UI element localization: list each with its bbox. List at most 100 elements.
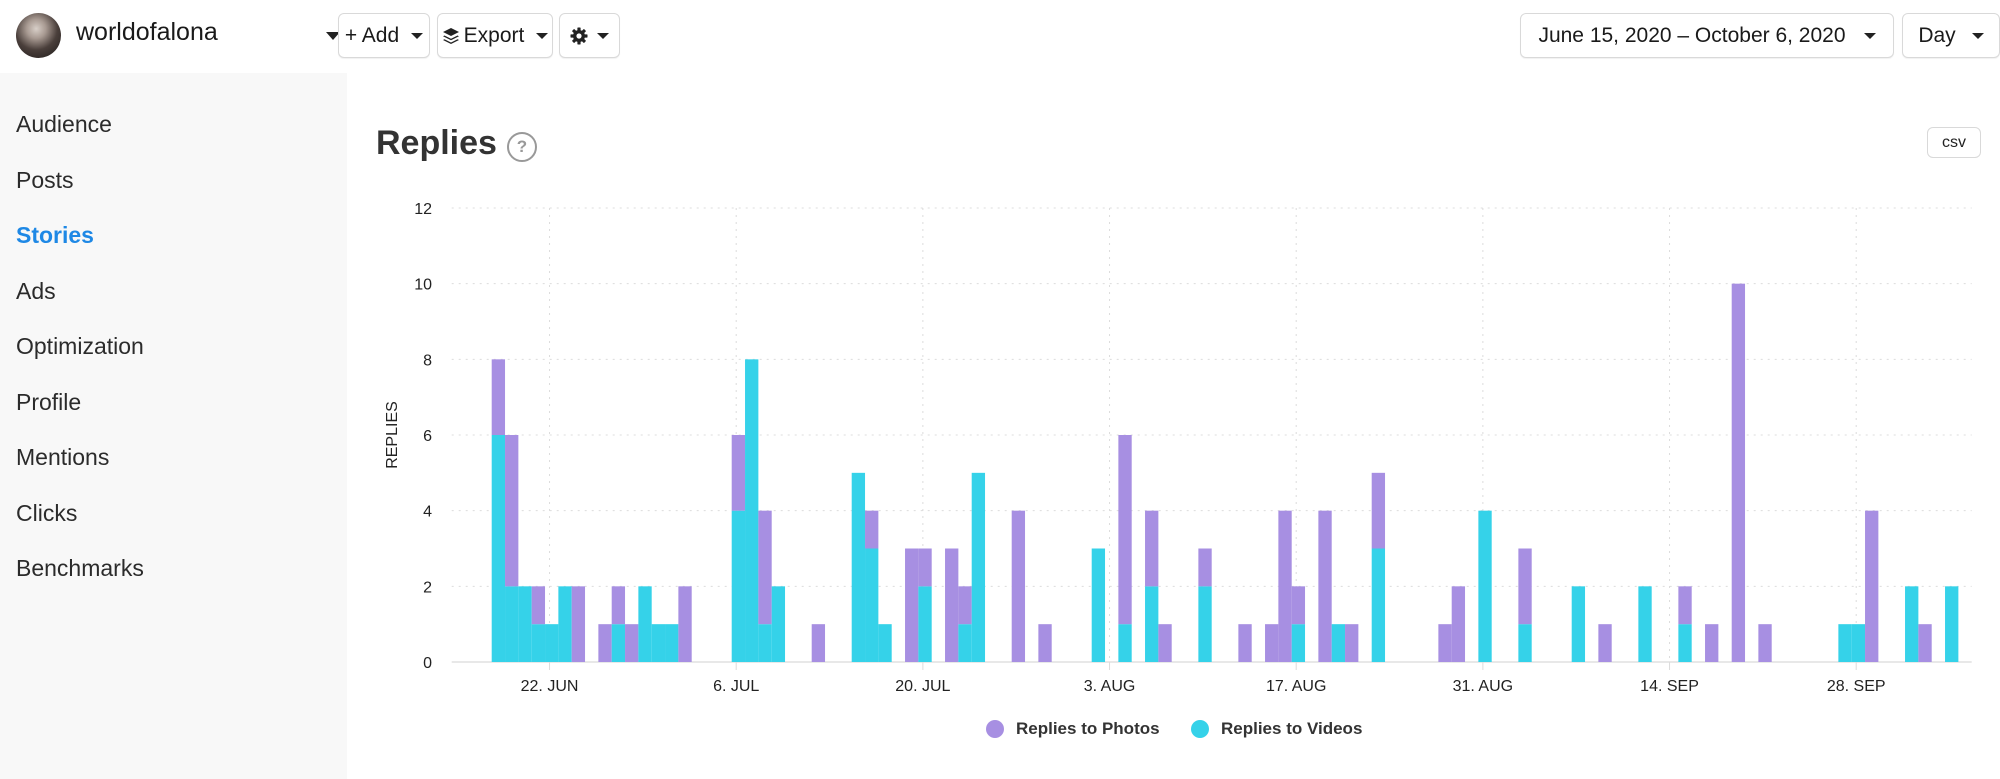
bar-photos-aug-10[interactable] <box>1198 548 1212 587</box>
bar-photos-jul-16[interactable] <box>865 510 879 549</box>
y-tick-label: 0 <box>423 655 432 672</box>
bar-videos-jul-24[interactable] <box>971 472 986 662</box>
bar-videos-sep-3[interactable] <box>1518 624 1532 662</box>
y-tick-label: 6 <box>423 428 432 445</box>
bar-photos-aug-23[interactable] <box>1371 472 1386 549</box>
bar-videos-jul-17[interactable] <box>878 624 892 662</box>
bar-videos-jun-23[interactable] <box>558 586 572 662</box>
bar-videos-sep-15[interactable] <box>1678 624 1692 662</box>
bar-videos-oct-5[interactable] <box>1945 586 1959 662</box>
bar-photos-jul-29[interactable] <box>1038 624 1052 662</box>
bar-photos-jun-26[interactable] <box>598 624 612 662</box>
bar-photos-jul-12[interactable] <box>811 624 826 662</box>
bar-videos-sep-28[interactable] <box>1851 624 1866 662</box>
bar-videos-aug-6[interactable] <box>1145 586 1159 662</box>
bar-photos-jun-21[interactable] <box>531 586 546 625</box>
x-tick-label: 14. SEP <box>1640 678 1699 695</box>
bar-photos-jun-28[interactable] <box>625 624 639 662</box>
bar-photos-aug-15[interactable] <box>1265 624 1279 662</box>
bar-photos-aug-4[interactable] <box>1118 435 1132 625</box>
y-tick-label: 10 <box>414 277 432 294</box>
bar-videos-aug-31[interactable] <box>1478 510 1492 662</box>
bar-photos-jul-2[interactable] <box>678 586 692 662</box>
bar-photos-sep-21[interactable] <box>1758 624 1772 662</box>
bar-videos-aug-4[interactable] <box>1118 624 1132 662</box>
bar-videos-jun-21[interactable] <box>531 624 546 662</box>
x-tick-label: 17. AUG <box>1266 678 1326 695</box>
x-tick-label: 20. JUL <box>895 678 950 695</box>
legend-label-photos: Replies to Photos <box>1016 719 1160 738</box>
bar-photos-jul-6[interactable] <box>731 435 746 511</box>
bar-videos-jul-16[interactable] <box>865 548 879 663</box>
bar-videos-aug-17[interactable] <box>1291 624 1306 662</box>
x-tick-label: 22. JUN <box>521 678 579 695</box>
bar-photos-jul-23[interactable] <box>958 586 972 625</box>
y-tick-label: 4 <box>423 504 432 521</box>
bar-photos-aug-17[interactable] <box>1291 586 1306 625</box>
bar-videos-jun-27[interactable] <box>611 624 626 662</box>
bar-videos-jul-1[interactable] <box>665 624 679 662</box>
bar-videos-sep-27[interactable] <box>1838 624 1852 662</box>
x-tick-label: 3. AUG <box>1084 678 1136 695</box>
legend-dot-photos <box>986 720 1004 738</box>
bar-photos-jul-22[interactable] <box>945 548 959 663</box>
x-tick-label: 31. AUG <box>1453 678 1513 695</box>
bar-videos-jul-8[interactable] <box>758 624 772 662</box>
bar-photos-aug-29[interactable] <box>1451 586 1466 662</box>
bar-videos-jul-9[interactable] <box>771 586 786 662</box>
bar-videos-jun-18[interactable] <box>491 435 506 662</box>
y-tick-label: 12 <box>414 201 432 218</box>
bar-videos-jul-15[interactable] <box>851 472 866 662</box>
bar-photos-sep-19[interactable] <box>1731 283 1746 662</box>
bar-videos-aug-20[interactable] <box>1331 624 1346 662</box>
bar-videos-sep-7[interactable] <box>1571 586 1586 662</box>
bar-videos-oct-2[interactable] <box>1905 586 1919 662</box>
bar-videos-jul-20[interactable] <box>918 586 932 662</box>
bar-photos-jul-27[interactable] <box>1011 510 1026 662</box>
bar-videos-aug-10[interactable] <box>1198 586 1212 662</box>
bar-photos-jun-24[interactable] <box>571 586 586 662</box>
bar-photos-jun-19[interactable] <box>505 435 519 587</box>
bar-photos-aug-21[interactable] <box>1345 624 1359 662</box>
y-axis-ticks: 0 2 4 6 8 10 12 <box>414 201 432 672</box>
bar-photos-aug-13[interactable] <box>1238 624 1252 662</box>
bar-photos-jul-8[interactable] <box>758 510 772 625</box>
x-axis-ticks: 22. JUN 6. JUL 20. JUL 3. AUG 17. AUG 31. AUG… <box>521 662 1886 695</box>
bar-videos-jun-29[interactable] <box>638 586 652 662</box>
y-tick-label: 2 <box>423 579 432 596</box>
x-tick-label: 28. SEP <box>1827 678 1886 695</box>
bar-photos-sep-9[interactable] <box>1598 624 1612 662</box>
bar-photos-jul-19[interactable] <box>905 548 919 663</box>
bar-videos-jul-6[interactable] <box>731 510 746 662</box>
bar-photos-sep-29[interactable] <box>1865 510 1879 662</box>
bar-videos-jun-19[interactable] <box>505 586 519 662</box>
bar-videos-jun-20[interactable] <box>518 586 532 662</box>
bar-photos-sep-15[interactable] <box>1678 586 1692 625</box>
legend-item-photos[interactable]: Replies to Photos <box>986 719 1160 739</box>
legend-dot-videos <box>1191 720 1209 738</box>
bar-videos-sep-12[interactable] <box>1638 586 1652 662</box>
bar-photos-aug-16[interactable] <box>1278 510 1292 662</box>
bar-videos-aug-23[interactable] <box>1371 548 1386 663</box>
bar-photos-jun-27[interactable] <box>611 586 626 625</box>
bar-photos-jun-18[interactable] <box>491 359 506 435</box>
bar-videos-aug-2[interactable] <box>1091 548 1106 663</box>
bar-videos-jun-30[interactable] <box>651 624 666 662</box>
bar-photos-sep-3[interactable] <box>1518 548 1532 625</box>
bar-photos-aug-6[interactable] <box>1145 510 1159 587</box>
bar-photos-aug-7[interactable] <box>1158 624 1172 662</box>
bar-photos-aug-19[interactable] <box>1318 510 1332 662</box>
y-axis-label: REPLIES <box>384 401 401 469</box>
bar-photos-aug-28[interactable] <box>1438 624 1452 662</box>
bar-videos-jul-7[interactable] <box>745 359 759 662</box>
bar-photos-jul-20[interactable] <box>918 548 932 587</box>
legend: Replies to Photos Replies to Videos <box>0 719 2000 745</box>
y-tick-label: 8 <box>423 352 432 369</box>
bar-photos-sep-17[interactable] <box>1705 624 1719 662</box>
legend-label-videos: Replies to Videos <box>1221 719 1363 738</box>
bars <box>491 283 1959 663</box>
legend-item-videos[interactable]: Replies to Videos <box>1191 719 1362 739</box>
bar-photos-oct-3[interactable] <box>1918 624 1932 662</box>
bar-videos-jul-23[interactable] <box>958 624 972 662</box>
bar-videos-jun-22[interactable] <box>545 624 559 662</box>
